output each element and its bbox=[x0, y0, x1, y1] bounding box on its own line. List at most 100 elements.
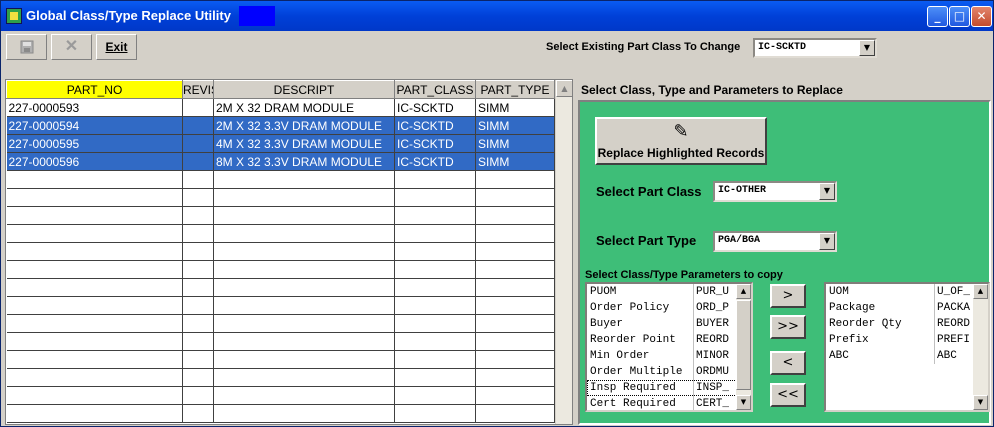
empty-cell[interactable] bbox=[394, 368, 476, 387]
col-header-descript[interactable]: DESCRIPT bbox=[213, 80, 395, 99]
empty-cell[interactable] bbox=[394, 350, 476, 369]
empty-cell[interactable] bbox=[213, 242, 395, 261]
cell-part-type[interactable]: SIMM bbox=[475, 152, 555, 171]
list-item[interactable]: Order Multiple ORDMU bbox=[587, 364, 751, 380]
col-header-part-no[interactable]: PART_NO bbox=[6, 80, 183, 99]
empty-cell[interactable] bbox=[394, 206, 476, 225]
cell-part-class[interactable]: IC-SCKTD bbox=[394, 152, 476, 171]
empty-cell[interactable] bbox=[213, 278, 395, 297]
cell-part-type[interactable]: SIMM bbox=[475, 134, 555, 153]
empty-table-row[interactable] bbox=[6, 332, 555, 351]
empty-cell[interactable] bbox=[6, 368, 183, 387]
table-row[interactable]: 227-0000596 8M X 32 3.3V DRAM MODULE IC-SC… bbox=[6, 152, 555, 171]
empty-table-row[interactable] bbox=[6, 314, 555, 333]
empty-cell[interactable] bbox=[475, 224, 555, 243]
empty-cell[interactable] bbox=[182, 170, 214, 189]
col-header-revis[interactable]: REVIS bbox=[182, 80, 214, 99]
empty-table-row[interactable] bbox=[6, 368, 555, 387]
table-row[interactable]: 227-0000593 2M X 32 DRAM MODULE IC-SCKTD SI… bbox=[6, 98, 555, 117]
empty-cell[interactable] bbox=[213, 170, 395, 189]
empty-table-row[interactable] bbox=[6, 296, 555, 315]
empty-cell[interactable] bbox=[394, 278, 476, 297]
empty-cell[interactable] bbox=[6, 386, 183, 405]
empty-cell[interactable] bbox=[6, 332, 183, 351]
target-list-scrollbar[interactable]: ▲ ▼ bbox=[973, 284, 988, 410]
target-params-list[interactable]: UOM U_OF_ Package PACKA Reorder Qty REORD Pref… bbox=[824, 282, 990, 412]
empty-cell[interactable] bbox=[6, 170, 183, 189]
cell-part-class[interactable]: IC-SCKTD bbox=[394, 98, 476, 117]
list-item[interactable]: Prefix PREFI bbox=[826, 332, 988, 348]
remove-all-button[interactable]: << bbox=[770, 383, 806, 407]
empty-cell[interactable] bbox=[213, 368, 395, 387]
list-item[interactable]: Reorder Point REORD bbox=[587, 332, 751, 348]
empty-cell[interactable] bbox=[394, 296, 476, 315]
empty-table-row[interactable] bbox=[6, 188, 555, 207]
empty-cell[interactable] bbox=[475, 188, 555, 207]
empty-cell[interactable] bbox=[475, 314, 555, 333]
list-item[interactable]: ABC ABC bbox=[826, 348, 988, 364]
cell-part-no[interactable]: 227-0000593 bbox=[6, 98, 183, 117]
empty-cell[interactable] bbox=[182, 206, 214, 225]
cell-part-class[interactable]: IC-SCKTD bbox=[394, 134, 476, 153]
empty-table-row[interactable] bbox=[6, 404, 555, 423]
empty-cell[interactable] bbox=[475, 404, 555, 423]
chevron-down-icon[interactable]: ▼ bbox=[819, 233, 835, 250]
empty-table-row[interactable] bbox=[6, 278, 555, 297]
empty-cell[interactable] bbox=[394, 260, 476, 279]
empty-cell[interactable] bbox=[213, 314, 395, 333]
cell-part-no[interactable]: 227-0000595 bbox=[6, 134, 183, 153]
empty-cell[interactable] bbox=[394, 224, 476, 243]
empty-cell[interactable] bbox=[394, 386, 476, 405]
empty-cell[interactable] bbox=[475, 170, 555, 189]
empty-cell[interactable] bbox=[182, 350, 214, 369]
move-all-button[interactable]: >> bbox=[770, 315, 806, 339]
empty-cell[interactable] bbox=[475, 332, 555, 351]
source-list-scrollbar[interactable]: ▲ ▼ bbox=[736, 284, 751, 410]
cell-part-no[interactable]: 227-0000594 bbox=[6, 116, 183, 135]
empty-table-row[interactable] bbox=[6, 242, 555, 261]
scroll-down-icon[interactable]: ▼ bbox=[736, 395, 751, 410]
empty-cell[interactable] bbox=[394, 170, 476, 189]
empty-cell[interactable] bbox=[394, 404, 476, 423]
empty-cell[interactable] bbox=[475, 278, 555, 297]
empty-cell[interactable] bbox=[394, 314, 476, 333]
scroll-down-icon[interactable]: ▼ bbox=[973, 395, 988, 410]
empty-cell[interactable] bbox=[182, 386, 214, 405]
replace-highlighted-button[interactable]: ✎ Replace Highlighted Records bbox=[595, 117, 767, 165]
empty-cell[interactable] bbox=[6, 278, 183, 297]
empty-cell[interactable] bbox=[475, 368, 555, 387]
cell-descript[interactable]: 8M X 32 3.3V DRAM MODULE bbox=[213, 152, 395, 171]
cell-revis[interactable] bbox=[182, 98, 214, 117]
move-one-button[interactable]: > bbox=[770, 284, 806, 308]
list-item[interactable]: PUOM PUR_U bbox=[587, 284, 751, 300]
empty-cell[interactable] bbox=[182, 404, 214, 423]
empty-cell[interactable] bbox=[213, 404, 395, 423]
minimize-button[interactable]: _ bbox=[927, 6, 948, 27]
scroll-thumb[interactable] bbox=[736, 300, 751, 390]
empty-cell[interactable] bbox=[182, 224, 214, 243]
empty-cell[interactable] bbox=[213, 224, 395, 243]
table-row[interactable]: 227-0000595 4M X 32 3.3V DRAM MODULE IC-SC… bbox=[6, 134, 555, 153]
empty-cell[interactable] bbox=[6, 314, 183, 333]
maximize-button[interactable]: □ bbox=[949, 6, 970, 27]
empty-cell[interactable] bbox=[6, 350, 183, 369]
scroll-up-icon[interactable]: ▲ bbox=[556, 80, 572, 97]
list-item[interactable]: Reorder Qty REORD bbox=[826, 316, 988, 332]
col-header-part-type[interactable]: PART_TYPE bbox=[475, 80, 555, 99]
table-row[interactable]: 227-0000594 2M X 32 3.3V DRAM MODULE IC-SC… bbox=[6, 116, 555, 135]
empty-cell[interactable] bbox=[213, 350, 395, 369]
empty-table-row[interactable] bbox=[6, 206, 555, 225]
empty-cell[interactable] bbox=[182, 314, 214, 333]
empty-cell[interactable] bbox=[213, 386, 395, 405]
empty-cell[interactable] bbox=[6, 242, 183, 261]
empty-cell[interactable] bbox=[6, 296, 183, 315]
existing-class-select[interactable]: IC-SCKTD ▼ bbox=[753, 38, 877, 58]
empty-cell[interactable] bbox=[475, 206, 555, 225]
cell-descript[interactable]: 2M X 32 DRAM MODULE bbox=[213, 98, 395, 117]
list-item[interactable]: Buyer BUYER bbox=[587, 316, 751, 332]
col-header-part-class[interactable]: PART_CLASS bbox=[394, 80, 476, 99]
save-button[interactable] bbox=[6, 34, 47, 60]
empty-cell[interactable] bbox=[213, 296, 395, 315]
empty-table-row[interactable] bbox=[6, 260, 555, 279]
empty-table-row[interactable] bbox=[6, 224, 555, 243]
